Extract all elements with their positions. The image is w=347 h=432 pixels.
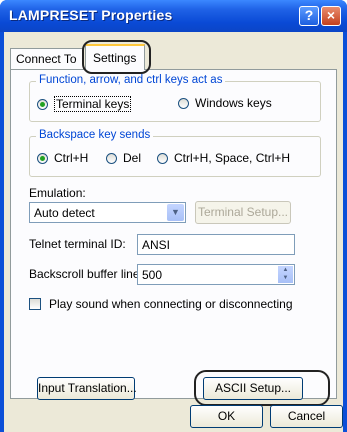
backspace-group: Backspace key sends Ctrl+H Del Ctrl+H, S… bbox=[29, 129, 321, 177]
radio-windows-keys-label: Windows keys bbox=[195, 96, 272, 110]
radio-indicator bbox=[157, 152, 168, 164]
help-button[interactable]: ? bbox=[299, 6, 319, 26]
checkbox-box bbox=[29, 298, 41, 310]
radio-ctrl-h-label: Ctrl+H bbox=[54, 151, 89, 165]
tab-connect-to[interactable]: Connect To bbox=[10, 48, 84, 69]
radio-windows-keys[interactable]: Windows keys bbox=[178, 96, 272, 110]
radio-indicator bbox=[178, 97, 189, 109]
radio-del-label: Del bbox=[123, 151, 142, 165]
title-bar[interactable]: LAMPRESET Properties ? × bbox=[0, 0, 347, 32]
radio-indicator bbox=[106, 152, 117, 164]
terminal-setup-button[interactable]: Terminal Setup... bbox=[195, 201, 291, 224]
keys-group-label: Function, arrow, and ctrl keys act as bbox=[36, 74, 226, 86]
cancel-button[interactable]: Cancel bbox=[270, 405, 343, 428]
input-translation-button[interactable]: Input Translation... bbox=[37, 377, 137, 400]
settings-panel: Function, arrow, and ctrl keys act as Te… bbox=[10, 69, 337, 406]
telnet-id-label: Telnet terminal ID: bbox=[29, 237, 126, 251]
radio-terminal-keys-label: Terminal keys bbox=[54, 96, 132, 112]
dialog-client: Connect To Settings Function, arrow, and… bbox=[4, 32, 343, 432]
radio-del[interactable]: Del bbox=[106, 151, 141, 165]
telnet-id-input[interactable]: ANSI bbox=[137, 234, 295, 255]
chevron-down-icon[interactable]: ▼ bbox=[167, 204, 184, 221]
play-sound-checkbox[interactable]: Play sound when connecting or disconnect… bbox=[29, 297, 293, 311]
emulation-value: Auto detect bbox=[34, 206, 95, 220]
ascii-setup-highlight-ring bbox=[194, 370, 330, 406]
properties-window: LAMPRESET Properties ? × Connect To Sett… bbox=[0, 0, 347, 432]
backscroll-label: Backscroll buffer lines: bbox=[29, 267, 149, 281]
backscroll-input[interactable]: 500 ▲ ▼ bbox=[137, 264, 295, 285]
radio-ctrl-h-space-ctrl-h[interactable]: Ctrl+H, Space, Ctrl+H bbox=[157, 151, 290, 165]
emulation-label: Emulation: bbox=[29, 186, 86, 200]
radio-terminal-keys[interactable]: Terminal keys bbox=[37, 96, 132, 112]
settings-tab-highlight-ring bbox=[82, 40, 151, 74]
backspace-group-label: Backspace key sends bbox=[36, 129, 154, 141]
emulation-select[interactable]: Auto detect ▼ bbox=[29, 202, 186, 223]
play-sound-label: Play sound when connecting or disconnect… bbox=[49, 297, 293, 311]
backscroll-value: 500 bbox=[142, 268, 163, 282]
radio-selected-indicator bbox=[37, 98, 48, 110]
window-title: LAMPRESET Properties bbox=[9, 7, 173, 23]
keys-group: Function, arrow, and ctrl keys act as Te… bbox=[29, 74, 321, 122]
radio-ctrl-h[interactable]: Ctrl+H bbox=[37, 151, 88, 165]
ok-button[interactable]: OK bbox=[190, 405, 263, 428]
spinner-arrows-icon[interactable]: ▲ ▼ bbox=[278, 266, 293, 283]
close-button[interactable]: × bbox=[321, 6, 341, 26]
radio-selected-indicator bbox=[37, 152, 48, 164]
radio-ctrl-h-space-label: Ctrl+H, Space, Ctrl+H bbox=[174, 151, 291, 165]
